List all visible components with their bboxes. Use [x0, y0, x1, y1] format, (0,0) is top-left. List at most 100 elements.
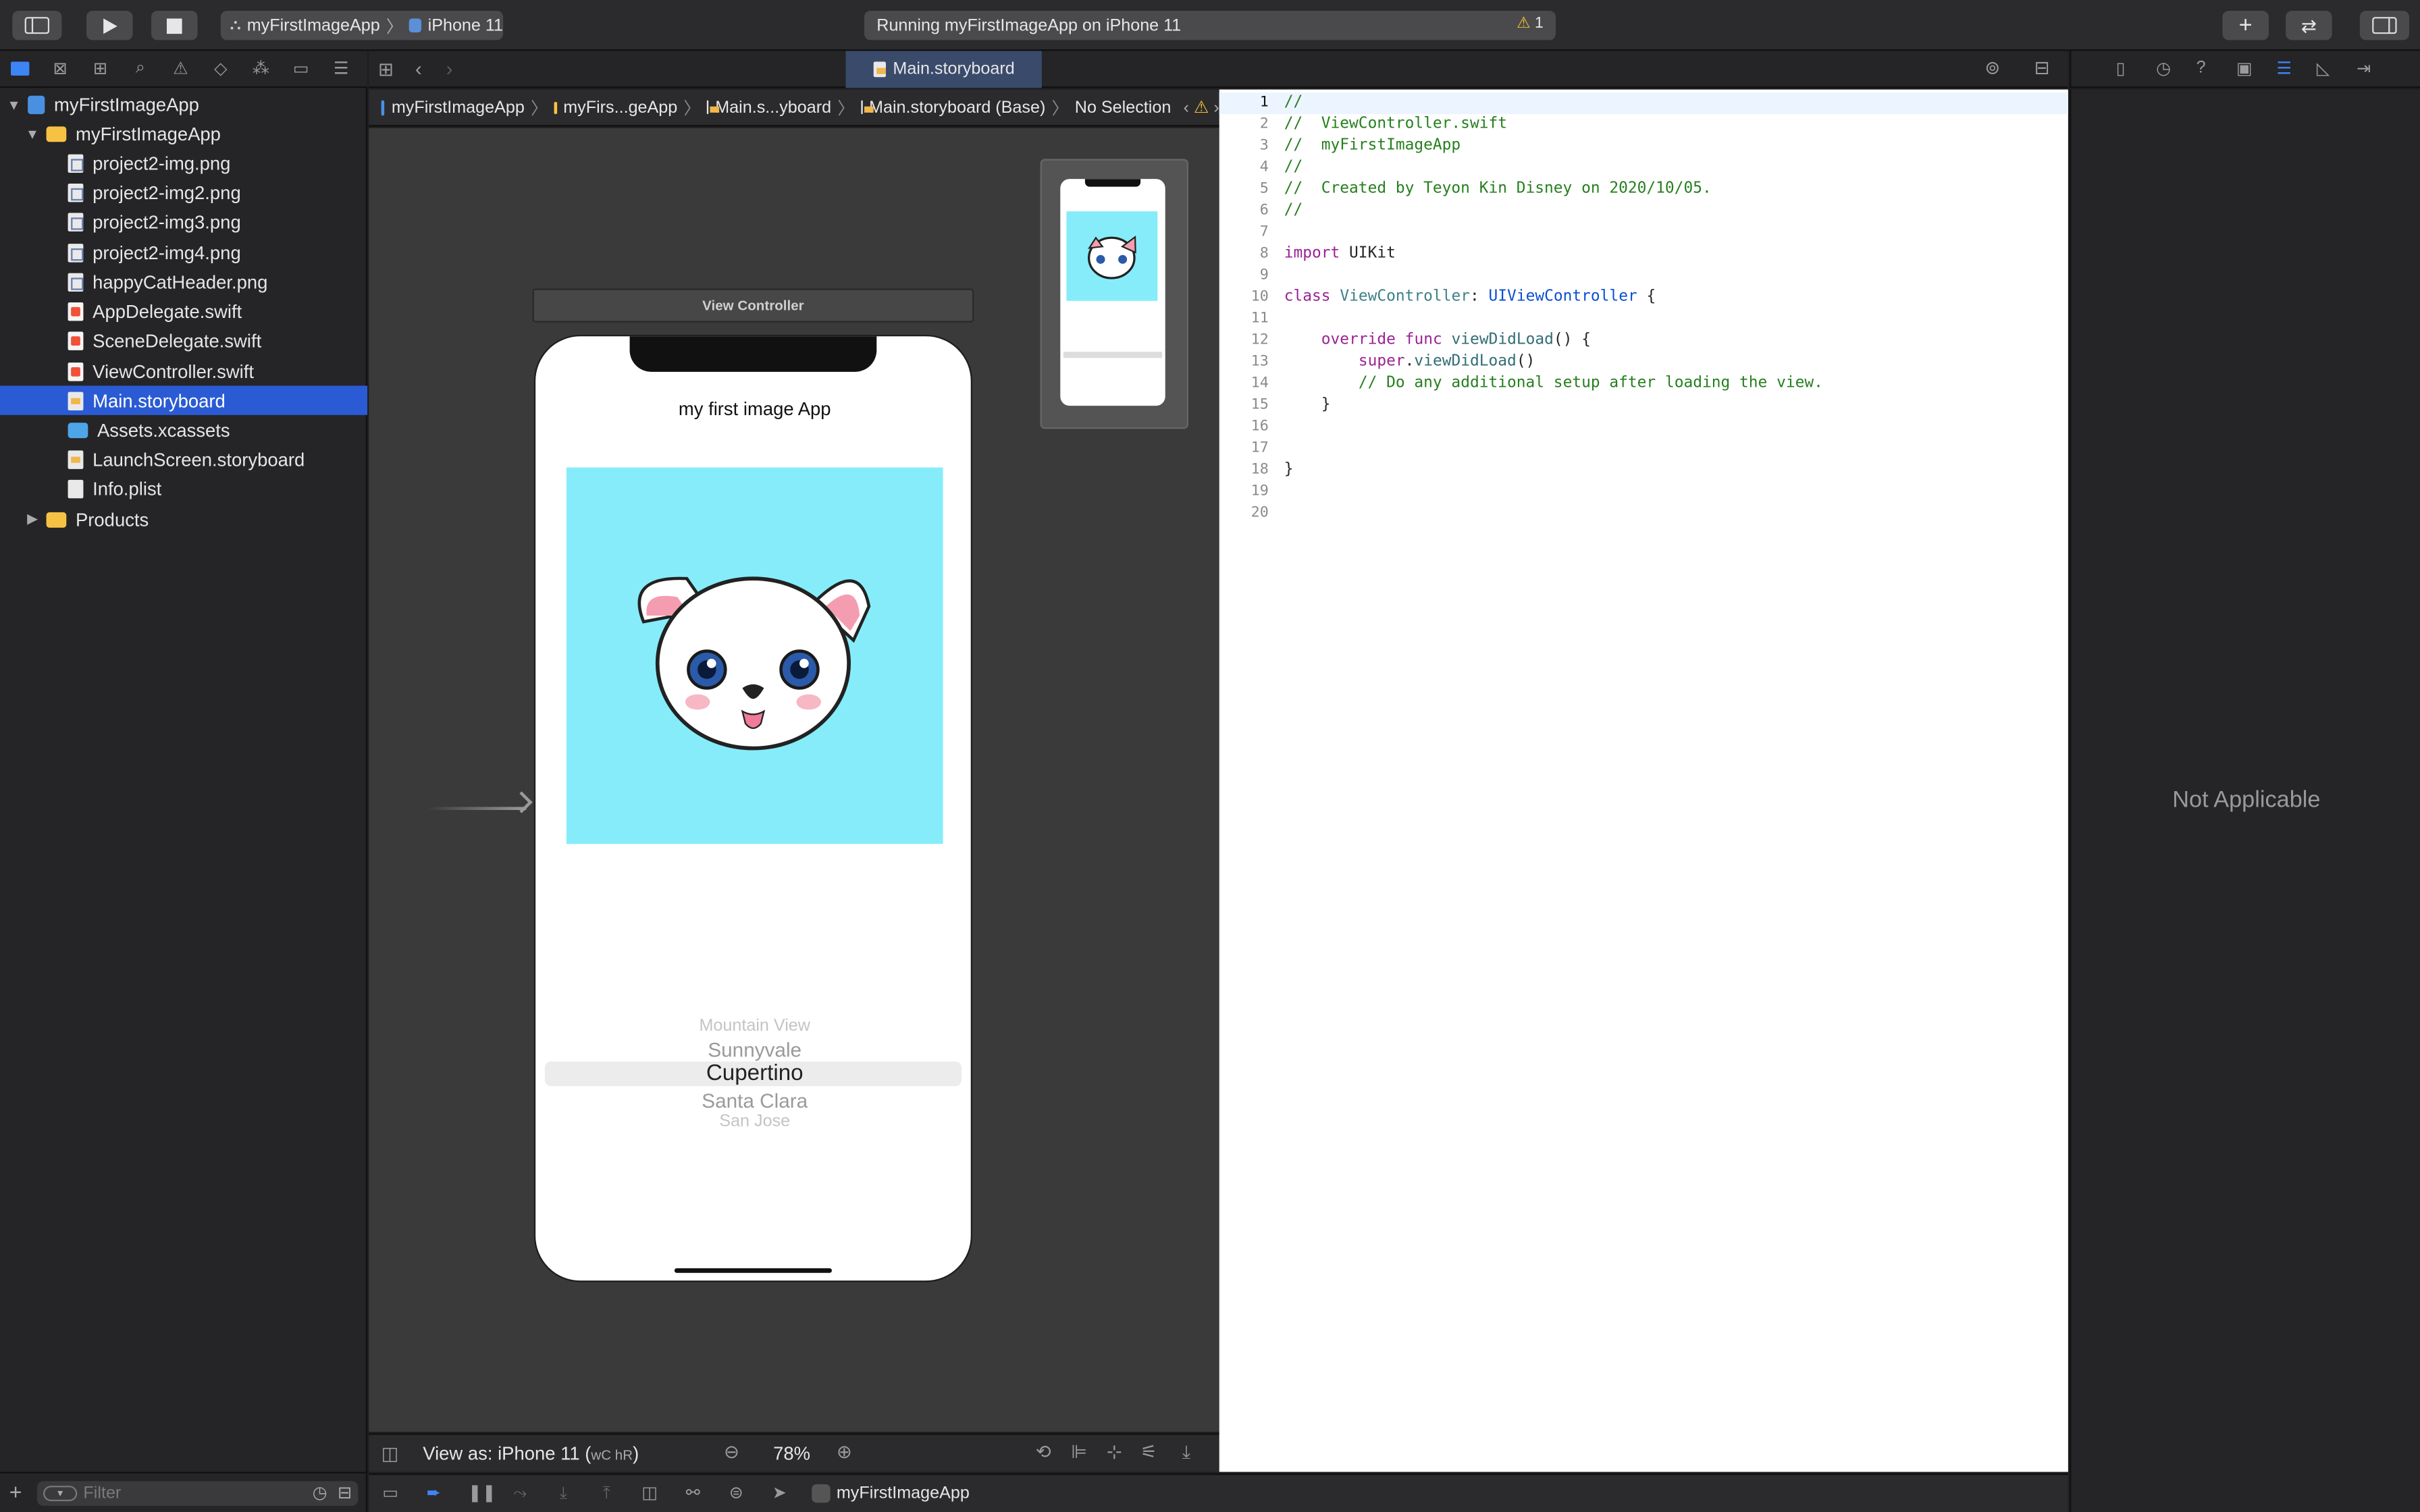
- tree-row-group[interactable]: ▶ Products: [0, 504, 367, 533]
- document-outline-toggle-icon[interactable]: ◫: [382, 1442, 399, 1464]
- tree-row-file[interactable]: project2-img2.png: [0, 178, 367, 207]
- tree-row-file[interactable]: Assets.xcassets: [0, 415, 367, 444]
- picker-row[interactable]: Sunnyvale: [535, 1038, 971, 1061]
- activity-view[interactable]: Running myFirstImageApp on iPhone 11 ⚠ 1: [864, 11, 1556, 40]
- scene-title-bar[interactable]: View Controller: [532, 288, 974, 323]
- related-items-icon[interactable]: ⊞: [378, 59, 394, 80]
- test-navigator-tab[interactable]: ◇: [201, 50, 240, 87]
- code-line[interactable]: class ViewController: UIViewController {: [1284, 288, 1656, 305]
- library-add-button[interactable]: +: [2222, 11, 2269, 40]
- resolve-layout-icon[interactable]: ⚟: [1140, 1441, 1157, 1463]
- canvas-minimap[interactable]: [1040, 159, 1189, 429]
- zoom-level[interactable]: 78%: [773, 1442, 810, 1464]
- iphone-scene[interactable]: my first image App Mountain View Sunnyva…: [533, 335, 973, 1282]
- tree-row-project[interactable]: ▼ myFirstImageApp: [0, 90, 367, 119]
- device-configuration-button[interactable]: View as: iPhone 11 (wC hR): [423, 1442, 639, 1464]
- image-view[interactable]: [566, 467, 943, 844]
- tree-row-file[interactable]: project2-img.png: [0, 148, 367, 177]
- code-line[interactable]: super.viewDidLoad(): [1284, 353, 1535, 370]
- breadcrumb-group[interactable]: myFirs...geApp: [563, 98, 677, 116]
- identity-inspector-icon[interactable]: ▣: [2236, 59, 2253, 78]
- attributes-inspector-icon[interactable]: ☰: [2276, 59, 2292, 78]
- help-inspector-icon[interactable]: ?: [2197, 59, 2206, 77]
- report-navigator-tab[interactable]: ☰: [321, 50, 361, 87]
- embed-in-icon[interactable]: ⤓: [1182, 1441, 1190, 1464]
- issue-navigator-tab[interactable]: ⚠: [161, 50, 201, 87]
- hide-debug-area-icon[interactable]: ▭: [382, 1484, 400, 1503]
- stop-button[interactable]: [151, 11, 198, 40]
- tree-row-file[interactable]: happyCatHeader.png: [0, 267, 367, 296]
- recent-files-icon[interactable]: ◷: [313, 1483, 327, 1503]
- app-title-label[interactable]: my first image App: [535, 398, 971, 420]
- tree-row-file[interactable]: project2-img3.png: [0, 207, 367, 236]
- forward-button[interactable]: ›: [446, 57, 453, 80]
- step-over-icon[interactable]: ⤳: [511, 1484, 529, 1503]
- pause-icon[interactable]: ❚❚: [468, 1484, 496, 1503]
- file-inspector-icon[interactable]: ▯: [2116, 59, 2126, 78]
- add-constraints-icon[interactable]: ⊹: [1107, 1441, 1122, 1463]
- code-line[interactable]: // Do any additional setup after loading…: [1284, 375, 1823, 392]
- source-control-filter-icon[interactable]: ⊟: [338, 1483, 352, 1503]
- tree-row-file[interactable]: Info.plist: [0, 474, 367, 503]
- picker-row-selected[interactable]: Cupertino: [535, 1062, 971, 1087]
- size-inspector-icon[interactable]: ◺: [2317, 59, 2330, 78]
- code-line[interactable]: //: [1284, 159, 1303, 176]
- add-file-button[interactable]: +: [9, 1480, 22, 1505]
- storyboard-canvas[interactable]: View Controller my first image App Mount…: [369, 128, 1219, 1432]
- project-navigator-tab[interactable]: [0, 50, 40, 87]
- disclosure-closed-icon[interactable]: ▶: [25, 511, 41, 528]
- disclosure-open-icon[interactable]: ▼: [25, 126, 41, 141]
- view-hierarchy-icon[interactable]: ◫: [641, 1484, 659, 1503]
- history-inspector-icon[interactable]: ◷: [2156, 59, 2171, 78]
- previous-issue-icon[interactable]: ‹: [1184, 98, 1189, 116]
- connections-inspector-icon[interactable]: ⇥: [2357, 59, 2371, 78]
- filter-field[interactable]: ▾ Filter ◷ ⊟: [36, 1481, 359, 1506]
- symbol-navigator-tab[interactable]: ⊞: [80, 50, 120, 87]
- code-line[interactable]: // Created by Teyon Kin Disney on 2020/1…: [1284, 180, 1712, 197]
- breadcrumb-localization[interactable]: Main.storyboard (Base): [869, 98, 1045, 116]
- code-review-button[interactable]: ⇄: [2286, 11, 2332, 40]
- toggle-navigator-button[interactable]: [12, 11, 62, 40]
- step-into-icon[interactable]: ⤓: [554, 1484, 573, 1503]
- picker-row[interactable]: Santa Clara: [535, 1089, 971, 1112]
- debug-navigator-tab[interactable]: ⁂: [241, 50, 281, 87]
- filter-options-icon[interactable]: ▾: [43, 1486, 78, 1501]
- breadcrumb-project[interactable]: myFirstImageApp: [392, 98, 525, 116]
- find-navigator-tab[interactable]: ⌕: [120, 50, 160, 87]
- tab-main-storyboard[interactable]: Main.storyboard: [845, 51, 1042, 88]
- split-editor-icon[interactable]: ⊟: [2034, 57, 2050, 79]
- back-button[interactable]: ‹: [415, 57, 422, 80]
- toggle-inspector-button[interactable]: [2359, 11, 2410, 40]
- breadcrumb-selection[interactable]: No Selection: [1075, 98, 1172, 116]
- zoom-in-button[interactable]: ⊕: [837, 1441, 852, 1463]
- run-button[interactable]: [86, 11, 133, 40]
- code-line[interactable]: import UIKit: [1284, 245, 1396, 262]
- code-line[interactable]: }: [1284, 396, 1331, 413]
- tree-row-group[interactable]: ▼ myFirstImageApp: [0, 119, 367, 148]
- warning-indicator[interactable]: ⚠ 1: [1517, 16, 1544, 32]
- code-line[interactable]: // ViewController.swift: [1284, 115, 1507, 132]
- warning-icon[interactable]: ⚠: [1194, 97, 1209, 117]
- simulate-location-icon[interactable]: ➤: [770, 1484, 789, 1503]
- tree-row-file[interactable]: LaunchScreen.storyboard: [0, 444, 367, 473]
- zoom-out-button[interactable]: ⊖: [724, 1441, 739, 1463]
- code-editor[interactable]: 1 // 2 // ViewController.swift 3 // myFirstIm…: [1219, 89, 2068, 1472]
- picker-row[interactable]: San Jose: [535, 1112, 971, 1131]
- tree-row-file-selected[interactable]: Main.storyboard: [0, 385, 367, 415]
- next-issue-icon[interactable]: ›: [1213, 98, 1219, 116]
- breakpoints-toggle-icon[interactable]: ➨: [425, 1484, 443, 1503]
- code-line[interactable]: override func viewDidLoad() {: [1284, 331, 1591, 348]
- breadcrumb-file[interactable]: Main.s...yboard: [715, 98, 831, 116]
- debug-target-label[interactable]: myFirstImageApp: [837, 1484, 970, 1503]
- disclosure-open-icon[interactable]: ▼: [6, 97, 22, 112]
- environment-overrides-icon[interactable]: ⊜: [727, 1484, 745, 1503]
- code-line[interactable]: // myFirstImageApp: [1284, 137, 1461, 154]
- picker-row[interactable]: Mountain View: [535, 1017, 971, 1035]
- code-line[interactable]: //: [1284, 202, 1303, 219]
- tree-row-file[interactable]: AppDelegate.swift: [0, 296, 367, 325]
- step-out-icon[interactable]: ⤒: [598, 1484, 616, 1503]
- breakpoint-navigator-tab[interactable]: ▭: [281, 50, 321, 87]
- tree-row-file[interactable]: SceneDelegate.swift: [0, 325, 367, 354]
- code-line[interactable]: }: [1284, 461, 1294, 478]
- tree-row-file[interactable]: ViewController.swift: [0, 356, 367, 385]
